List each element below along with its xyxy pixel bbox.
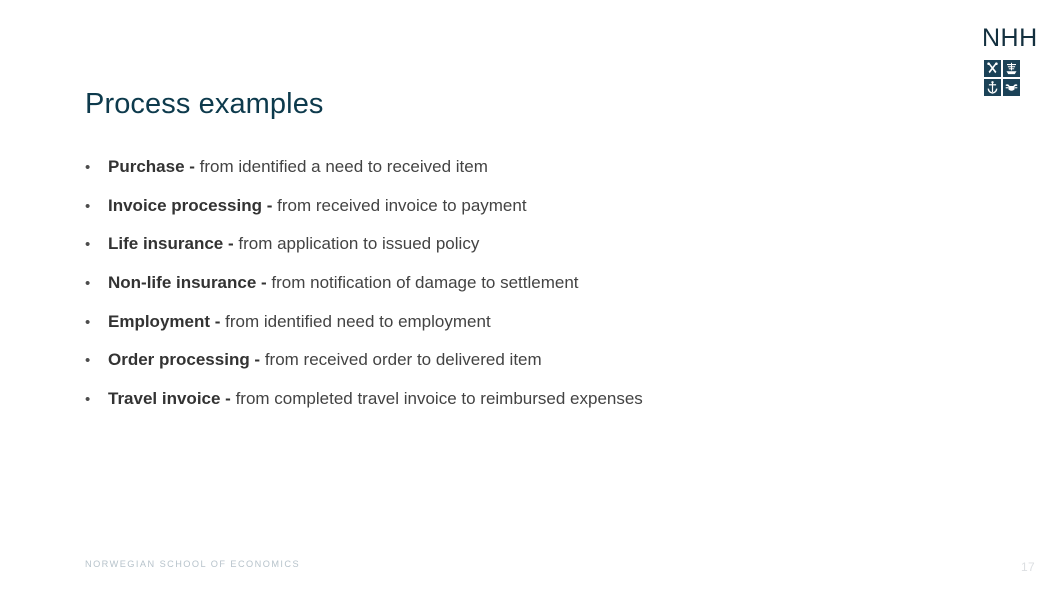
list-item-text: Non-life insurance - from notification o… [108, 272, 579, 294]
list-item-lead: Employment - [108, 311, 221, 331]
list-item-lead: Order processing - [108, 350, 261, 370]
list-item-rest: from identified a need to received item [194, 157, 488, 176]
list-item: • Non-life insurance - from notification… [85, 272, 965, 311]
list-item-text: Invoice processing - from received invoi… [108, 195, 527, 217]
page-number: 17 [1021, 560, 1035, 574]
bullet-point-icon: • [85, 159, 91, 176]
sailing-ship-icon [1002, 60, 1020, 77]
nhh-wordmark: NHH [982, 24, 1038, 52]
list-item: • Invoice processing - from received inv… [85, 195, 965, 234]
page-title: Process examples [85, 88, 324, 121]
list-item-lead: Travel invoice - [108, 389, 231, 409]
ox-head-icon [1002, 78, 1020, 96]
list-item-rest: from received order to delivered item [260, 350, 542, 370]
list-item: • Purchase - from identified a need to r… [85, 156, 965, 195]
bullet-point-icon: • [85, 313, 91, 331]
bullet-point-icon: • [85, 275, 91, 293]
list-item-text: Travel invoice - from completed travel i… [108, 388, 643, 410]
list-item: • Travel invoice - from completed travel… [85, 388, 965, 427]
list-item-text: Employment - from identified need to emp… [108, 311, 491, 333]
institution-footer: NORWEGIAN SCHOOL OF ECONOMICS [85, 559, 301, 569]
list-item-lead: Purchase - [108, 157, 195, 176]
bullet-point-icon: • [85, 352, 91, 370]
list-item-lead: Non-life insurance - [108, 273, 267, 293]
process-examples-list: • Purchase - from identified a need to r… [85, 156, 965, 427]
list-item-lead: Life insurance - [108, 234, 234, 254]
list-item-text: Order processing - from received order t… [108, 349, 542, 371]
list-item-rest: from application to issued policy [233, 234, 480, 254]
list-item-rest: from notification of damage to settlemen… [266, 273, 579, 293]
list-item-rest: from completed travel invoice to reimbur… [230, 389, 643, 409]
bullet-point-icon: • [85, 197, 91, 215]
crossed-hammers-icon [984, 60, 1001, 77]
list-item-rest: from identified need to employment [220, 311, 491, 331]
bullet-point-icon: • [85, 391, 91, 409]
list-item: • Life insurance - from application to i… [85, 233, 965, 272]
anchor-icon [984, 78, 1001, 96]
presentation-slide: NHH Process examples • Purchase - from i… [0, 0, 1059, 595]
list-item-rest: from received invoice to payment [272, 195, 527, 215]
nhh-emblem [984, 60, 1020, 96]
bullet-point-icon: • [85, 236, 91, 254]
list-item-lead: Invoice processing - [108, 195, 273, 215]
list-item-text: Life insurance - from application to iss… [108, 233, 479, 255]
list-item: • Employment - from identified need to e… [85, 311, 965, 350]
nhh-logo: NHH [981, 26, 1037, 96]
list-item-text: Purchase - from identified a need to rec… [108, 156, 488, 178]
list-item: • Order processing - from received order… [85, 349, 965, 388]
